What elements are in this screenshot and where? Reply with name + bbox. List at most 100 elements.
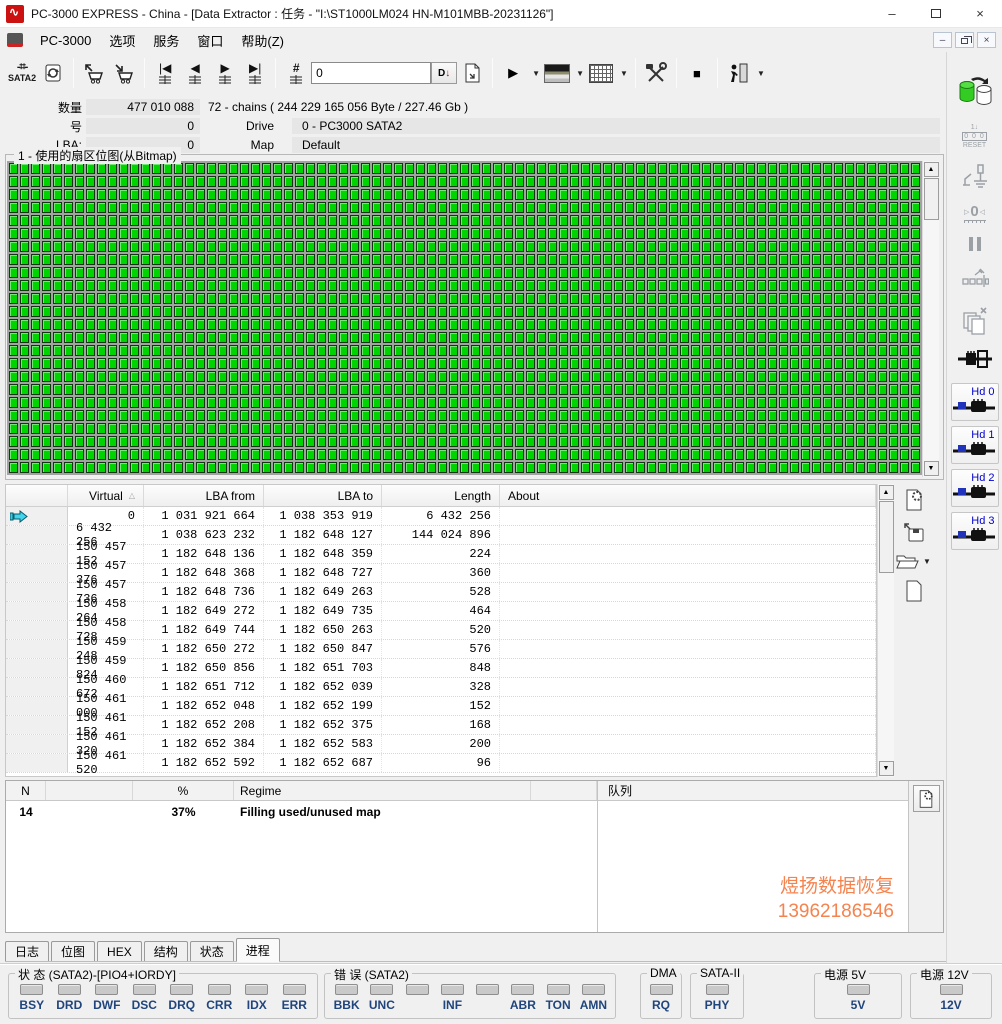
bitmap-cell[interactable] <box>42 267 51 278</box>
bitmap-cell[interactable] <box>680 423 689 434</box>
table-row[interactable]: 6 432 256 1 038 623 232 1 182 648 127 144 0… <box>6 521 876 549</box>
bitmap-cell[interactable] <box>449 254 458 265</box>
bitmap-cell[interactable] <box>53 280 62 291</box>
bitmap-cell[interactable] <box>801 371 810 382</box>
bitmap-cell[interactable] <box>9 397 18 408</box>
bitmap-cell[interactable] <box>669 176 678 187</box>
bitmap-cell[interactable] <box>427 254 436 265</box>
bitmap-cell[interactable] <box>735 358 744 369</box>
bitmap-cell[interactable] <box>537 410 546 421</box>
bitmap-cell[interactable] <box>504 189 513 200</box>
power-connector-button[interactable] <box>957 349 992 369</box>
bitmap-cell[interactable] <box>493 293 502 304</box>
bitmap-cell[interactable] <box>240 371 249 382</box>
bitmap-cell[interactable] <box>779 449 788 460</box>
bitmap-cell[interactable] <box>119 358 128 369</box>
bitmap-cell[interactable] <box>669 267 678 278</box>
bitmap-cell[interactable] <box>350 228 359 239</box>
bitmap-cell[interactable] <box>119 319 128 330</box>
maximize-button[interactable] <box>914 0 958 27</box>
bitmap-cell[interactable] <box>592 436 601 447</box>
bitmap-cell[interactable] <box>372 228 381 239</box>
bitmap-cell[interactable] <box>669 358 678 369</box>
bitmap-cell[interactable] <box>471 254 480 265</box>
bitmap-cell[interactable] <box>482 436 491 447</box>
header-selector[interactable] <box>6 485 68 506</box>
bitmap-cell[interactable] <box>75 241 84 252</box>
bitmap-cell[interactable] <box>372 267 381 278</box>
bitmap-cell[interactable] <box>603 332 612 343</box>
bitmap-cell[interactable] <box>724 202 733 213</box>
bitmap-cell[interactable] <box>669 436 678 447</box>
bitmap-cell[interactable] <box>141 306 150 317</box>
bitmap-cell[interactable] <box>251 384 260 395</box>
bitmap-cell[interactable] <box>75 436 84 447</box>
bitmap-cell[interactable] <box>295 410 304 421</box>
bitmap-cell[interactable] <box>658 163 667 174</box>
bitmap-cell[interactable] <box>416 358 425 369</box>
bitmap-cell[interactable] <box>317 241 326 252</box>
bitmap-cell[interactable] <box>867 371 876 382</box>
bitmap-cell[interactable] <box>42 397 51 408</box>
bitmap-cell[interactable] <box>911 410 920 421</box>
tab-状态[interactable]: 状态 <box>189 941 234 961</box>
bitmap-cell[interactable] <box>460 241 469 252</box>
bitmap-cell[interactable] <box>471 215 480 226</box>
bitmap-cell[interactable] <box>75 384 84 395</box>
bitmap-cell[interactable] <box>647 423 656 434</box>
bitmap-cell[interactable] <box>603 267 612 278</box>
bitmap-cell[interactable] <box>42 332 51 343</box>
bitmap-cell[interactable] <box>185 423 194 434</box>
bitmap-cell[interactable] <box>416 241 425 252</box>
bitmap-cell[interactable] <box>779 462 788 473</box>
bitmap-cell[interactable] <box>427 397 436 408</box>
bitmap-cell[interactable] <box>669 345 678 356</box>
bitmap-cell[interactable] <box>383 293 392 304</box>
bitmap-cell[interactable] <box>559 384 568 395</box>
bitmap-cell[interactable] <box>801 397 810 408</box>
bitmap-cell[interactable] <box>251 163 260 174</box>
bitmap-cell[interactable] <box>889 215 898 226</box>
bitmap-cell[interactable] <box>471 345 480 356</box>
bitmap-cell[interactable] <box>328 215 337 226</box>
bitmap-cell[interactable] <box>130 306 139 317</box>
bitmap-cell[interactable] <box>328 228 337 239</box>
bitmap-cell[interactable] <box>482 449 491 460</box>
bitmap-cell[interactable] <box>647 280 656 291</box>
bitmap-cell[interactable] <box>405 189 414 200</box>
bitmap-cell[interactable] <box>306 345 315 356</box>
table-row[interactable]: 150 457 736 1 182 648 736 1 182 649 263 528 <box>6 578 876 606</box>
bitmap-cell[interactable] <box>691 189 700 200</box>
bitmap-cell[interactable] <box>471 462 480 473</box>
delete-pages-button[interactable] <box>960 305 990 335</box>
bitmap-cell[interactable] <box>86 384 95 395</box>
bitmap-cell[interactable] <box>350 202 359 213</box>
bitmap-cell[interactable] <box>273 163 282 174</box>
bitmap-cell[interactable] <box>856 163 865 174</box>
bitmap-cell[interactable] <box>493 306 502 317</box>
bitmap-cell[interactable] <box>394 215 403 226</box>
bitmap-cell[interactable] <box>581 423 590 434</box>
bitmap-cell[interactable] <box>834 306 843 317</box>
bitmap-cell[interactable] <box>900 384 909 395</box>
bitmap-cell[interactable] <box>570 202 579 213</box>
bitmap-cell[interactable] <box>427 176 436 187</box>
bitmap-cell[interactable] <box>878 176 887 187</box>
bitmap-cell[interactable] <box>779 345 788 356</box>
bitmap-cell[interactable] <box>372 163 381 174</box>
bitmap-cell[interactable] <box>229 189 238 200</box>
bitmap-cell[interactable] <box>427 332 436 343</box>
bitmap-cell[interactable] <box>108 202 117 213</box>
bitmap-cell[interactable] <box>438 176 447 187</box>
bitmap-cell[interactable] <box>581 189 590 200</box>
bitmap-cell[interactable] <box>515 410 524 421</box>
bitmap-cell[interactable] <box>834 215 843 226</box>
bitmap-cell[interactable] <box>449 241 458 252</box>
bitmap-cell[interactable] <box>834 449 843 460</box>
bitmap-cell[interactable] <box>152 423 161 434</box>
bitmap-cell[interactable] <box>757 462 766 473</box>
bitmap-cell[interactable] <box>295 358 304 369</box>
bitmap-cell[interactable] <box>878 280 887 291</box>
bitmap-cell[interactable] <box>878 371 887 382</box>
bitmap-cell[interactable] <box>867 189 876 200</box>
